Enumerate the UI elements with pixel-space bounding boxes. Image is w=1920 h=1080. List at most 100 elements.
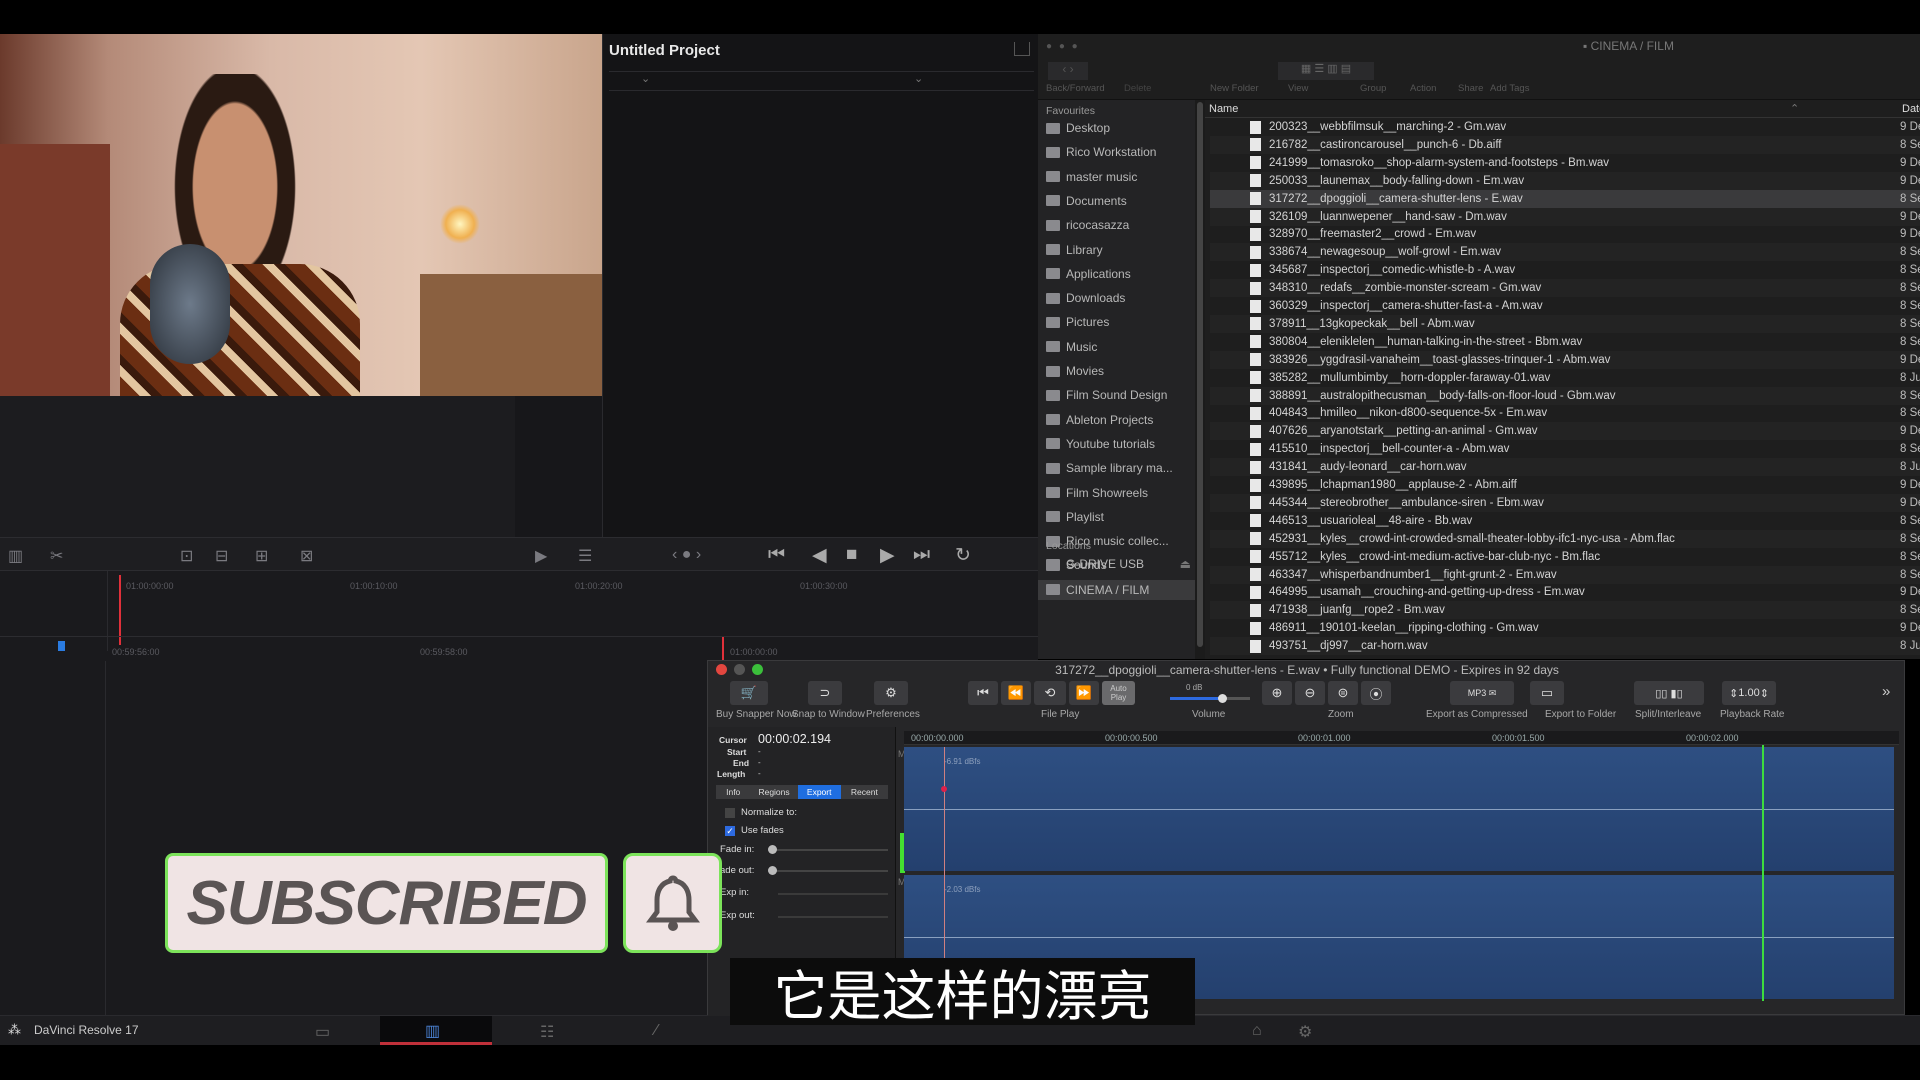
trim-icon[interactable]: ▥ bbox=[8, 546, 23, 566]
group-button[interactable]: Group bbox=[1360, 83, 1386, 94]
tab-recent[interactable]: Recent bbox=[841, 785, 888, 799]
media-page-icon[interactable]: ▭ bbox=[315, 1022, 330, 1042]
tab-info[interactable]: Info bbox=[716, 785, 750, 799]
zoom-fit-icon[interactable]: ⊜ bbox=[1328, 681, 1358, 705]
gear-icon[interactable]: ⚙ bbox=[874, 681, 908, 705]
chevron-down-icon[interactable]: ⌄ bbox=[641, 72, 650, 85]
folder-icon[interactable]: ▭ bbox=[1530, 681, 1564, 705]
file-row[interactable]: 200323__webbfilmsuk__marching-2 - Gm.wav… bbox=[1210, 118, 1920, 136]
place-on-top-icon[interactable]: ⊠ bbox=[300, 546, 313, 566]
overwrite-icon[interactable]: ⊟ bbox=[215, 546, 228, 566]
file-row[interactable]: 464995__usamah__crouching-and-getting-up… bbox=[1210, 583, 1920, 601]
split-interleave-label[interactable]: Split/Interleave bbox=[1635, 709, 1701, 720]
file-row[interactable]: 338674__newagesoup__wolf-growl - Em.wav 8… bbox=[1210, 243, 1920, 262]
new-folder-button[interactable]: New Folder bbox=[1210, 83, 1259, 94]
auto-play-button[interactable]: Auto Play bbox=[1102, 681, 1135, 705]
sort-ascending-icon[interactable]: ⌃ bbox=[1790, 102, 1799, 115]
file-row[interactable]: 493751__dj997__car-horn.wav 8 Jun 202 bbox=[1210, 637, 1920, 656]
file-row[interactable]: 455712__kyles__crowd-int-medium-active-b… bbox=[1210, 548, 1920, 566]
export-folder-label[interactable]: Export to Folder bbox=[1545, 709, 1616, 720]
zoom-all-icon[interactable]: ⦿ bbox=[1361, 681, 1391, 705]
window-controls[interactable]: ● ● ● bbox=[1046, 41, 1080, 52]
fade-in-slider[interactable] bbox=[768, 845, 888, 854]
view-switcher-icon[interactable]: ▦ ☰ ▥ ▤ bbox=[1278, 62, 1374, 80]
gear-icon[interactable]: ⚙ bbox=[1298, 1022, 1312, 1042]
delete-button[interactable]: Delete bbox=[1124, 83, 1151, 94]
zoom-in-icon[interactable]: ⊕ bbox=[1262, 681, 1292, 705]
playhead[interactable] bbox=[119, 575, 121, 645]
rewind-icon[interactable]: ⏪ bbox=[1001, 681, 1031, 705]
share-button[interactable]: Share bbox=[1458, 83, 1483, 94]
razor-icon[interactable]: ✂ bbox=[50, 546, 63, 566]
magnet-icon[interactable]: ⊃ bbox=[808, 681, 842, 705]
file-row[interactable]: 348310__redafs__zombie-monster-scream - … bbox=[1210, 279, 1920, 298]
fast-forward-icon[interactable]: ⏩ bbox=[1069, 681, 1099, 705]
use-fades-checkbox[interactable]: ✓ bbox=[725, 826, 735, 836]
file-row[interactable]: 326109__luannwepener__hand-saw - Dm.wav 9… bbox=[1210, 207, 1920, 226]
chevron-down-icon[interactable]: ⌄ bbox=[914, 72, 923, 85]
insert-icon[interactable]: ⊡ bbox=[180, 546, 193, 566]
file-row[interactable]: 431841__audy-leonard__car-horn.wav 8 Jun … bbox=[1210, 458, 1920, 477]
stop-icon[interactable]: ■ bbox=[846, 544, 857, 566]
playhead[interactable] bbox=[1762, 745, 1764, 1001]
file-row[interactable]: 388891__australopithecusman__body-falls-… bbox=[1210, 386, 1920, 405]
split-interleave-icon[interactable]: ▯▯ ▮▯ bbox=[1634, 681, 1704, 705]
file-row[interactable]: 439895__lchapman1980__applause-2 - Abm.a… bbox=[1210, 476, 1920, 494]
slider-thumb[interactable] bbox=[1218, 694, 1227, 703]
go-start-icon[interactable]: ⏮ bbox=[768, 544, 785, 566]
zoom-out-icon[interactable]: ⊖ bbox=[1295, 681, 1325, 705]
snap-to-window-label[interactable]: Snap to Window bbox=[792, 709, 865, 720]
mp3-export-icon[interactable]: MP3 ✉ bbox=[1450, 681, 1514, 705]
play-arrow-icon[interactable]: ▶ bbox=[535, 546, 547, 566]
file-row[interactable]: 407626__aryanotstark__petting-an-animal … bbox=[1210, 422, 1920, 441]
cart-icon[interactable]: 🛒 bbox=[730, 681, 768, 705]
settings-sliders-icon[interactable]: ☰ bbox=[578, 546, 592, 566]
volume-slider[interactable] bbox=[1170, 694, 1250, 703]
replace-icon[interactable]: ⊞ bbox=[255, 546, 268, 566]
action-button[interactable]: Action bbox=[1410, 83, 1436, 94]
play-loop-icon[interactable]: ⟲ bbox=[1034, 681, 1066, 705]
file-row[interactable]: 385282__mullumbimby__horn-doppler-farawa… bbox=[1210, 369, 1920, 387]
file-row[interactable]: 360329__inspectorj__camera-shutter-fast-… bbox=[1210, 297, 1920, 315]
preferences-label[interactable]: Preferences bbox=[866, 709, 920, 720]
file-row[interactable]: 463347__whisperbandnumber1__fight-grunt-… bbox=[1210, 565, 1920, 584]
file-row[interactable]: 380804__eleniklelen__human-talking-in-th… bbox=[1210, 333, 1920, 351]
time-ruler[interactable] bbox=[904, 731, 1899, 745]
jog-icon[interactable]: ‹ ● › bbox=[672, 546, 701, 564]
viewer-options-bar[interactable]: ⌄ ⌄ bbox=[609, 71, 1034, 91]
file-row[interactable]: 446513__usuarioleal__48-aire - Bb.wav 8 S… bbox=[1210, 512, 1920, 530]
fade-out-slider[interactable] bbox=[768, 866, 888, 875]
file-row[interactable]: 486911__190101-keelan__ripping-clothing … bbox=[1210, 619, 1920, 637]
home-icon[interactable]: ⌂ bbox=[1252, 1022, 1262, 1040]
share-icon[interactable] bbox=[1014, 42, 1030, 56]
waveform-channel-1[interactable]: -6.91 dBfs bbox=[904, 747, 1894, 871]
cursor-marker[interactable] bbox=[941, 786, 947, 792]
tab-export[interactable]: Export bbox=[797, 785, 841, 799]
playback-rate-stepper[interactable]: ⇕ 1.00 ⇕ bbox=[1722, 681, 1776, 705]
column-name[interactable]: Name bbox=[1209, 103, 1238, 115]
file-row[interactable]: 345687__inspectorj__comedic-whistle-b - … bbox=[1210, 261, 1920, 279]
file-row[interactable]: 471938__juanfg__rope2 - Bm.wav 8 Sep 202 bbox=[1210, 601, 1920, 620]
marker-icon[interactable] bbox=[58, 641, 65, 651]
reverse-icon[interactable]: ◀ bbox=[812, 544, 827, 567]
exp-out-slider[interactable] bbox=[778, 916, 888, 918]
view-button[interactable]: View bbox=[1288, 83, 1308, 94]
tab-regions[interactable]: Regions bbox=[750, 785, 797, 799]
back-forward-icon[interactable]: ‹ › bbox=[1048, 62, 1088, 80]
back-forward-button[interactable]: Back/Forward bbox=[1046, 83, 1105, 94]
file-row[interactable]: 328970__freemaster2__crowd - Em.wav 9 Dec… bbox=[1210, 225, 1920, 243]
loop-icon[interactable]: ↻ bbox=[955, 544, 971, 567]
buy-button-label[interactable]: Buy Snapper Now bbox=[716, 709, 797, 720]
file-row[interactable]: 383926__yggdrasil-vanaheim__toast-glasse… bbox=[1210, 350, 1920, 369]
file-row[interactable]: 445344__stereobrother__ambulance-siren -… bbox=[1210, 493, 1920, 512]
skip-start-icon[interactable]: ⏮ bbox=[968, 681, 998, 705]
add-tags-button[interactable]: Add Tags bbox=[1490, 83, 1529, 94]
cut-page-tab[interactable]: ▥ bbox=[380, 1016, 492, 1045]
file-row[interactable]: 216782__castironcarousel__punch-6 - Db.a… bbox=[1210, 135, 1920, 154]
exp-in-slider[interactable] bbox=[778, 893, 888, 895]
more-chevron-icon[interactable]: » bbox=[1882, 683, 1890, 700]
file-row[interactable]: 241999__tomasroko__shop-alarm-system-and… bbox=[1210, 154, 1920, 172]
file-row[interactable]: 378911__13gkopeckak__bell - Abm.wav 8 Sep… bbox=[1210, 314, 1920, 333]
fusion-page-icon[interactable]: ⁄ bbox=[655, 1022, 658, 1040]
column-date[interactable]: Date Modifi bbox=[1902, 103, 1920, 115]
